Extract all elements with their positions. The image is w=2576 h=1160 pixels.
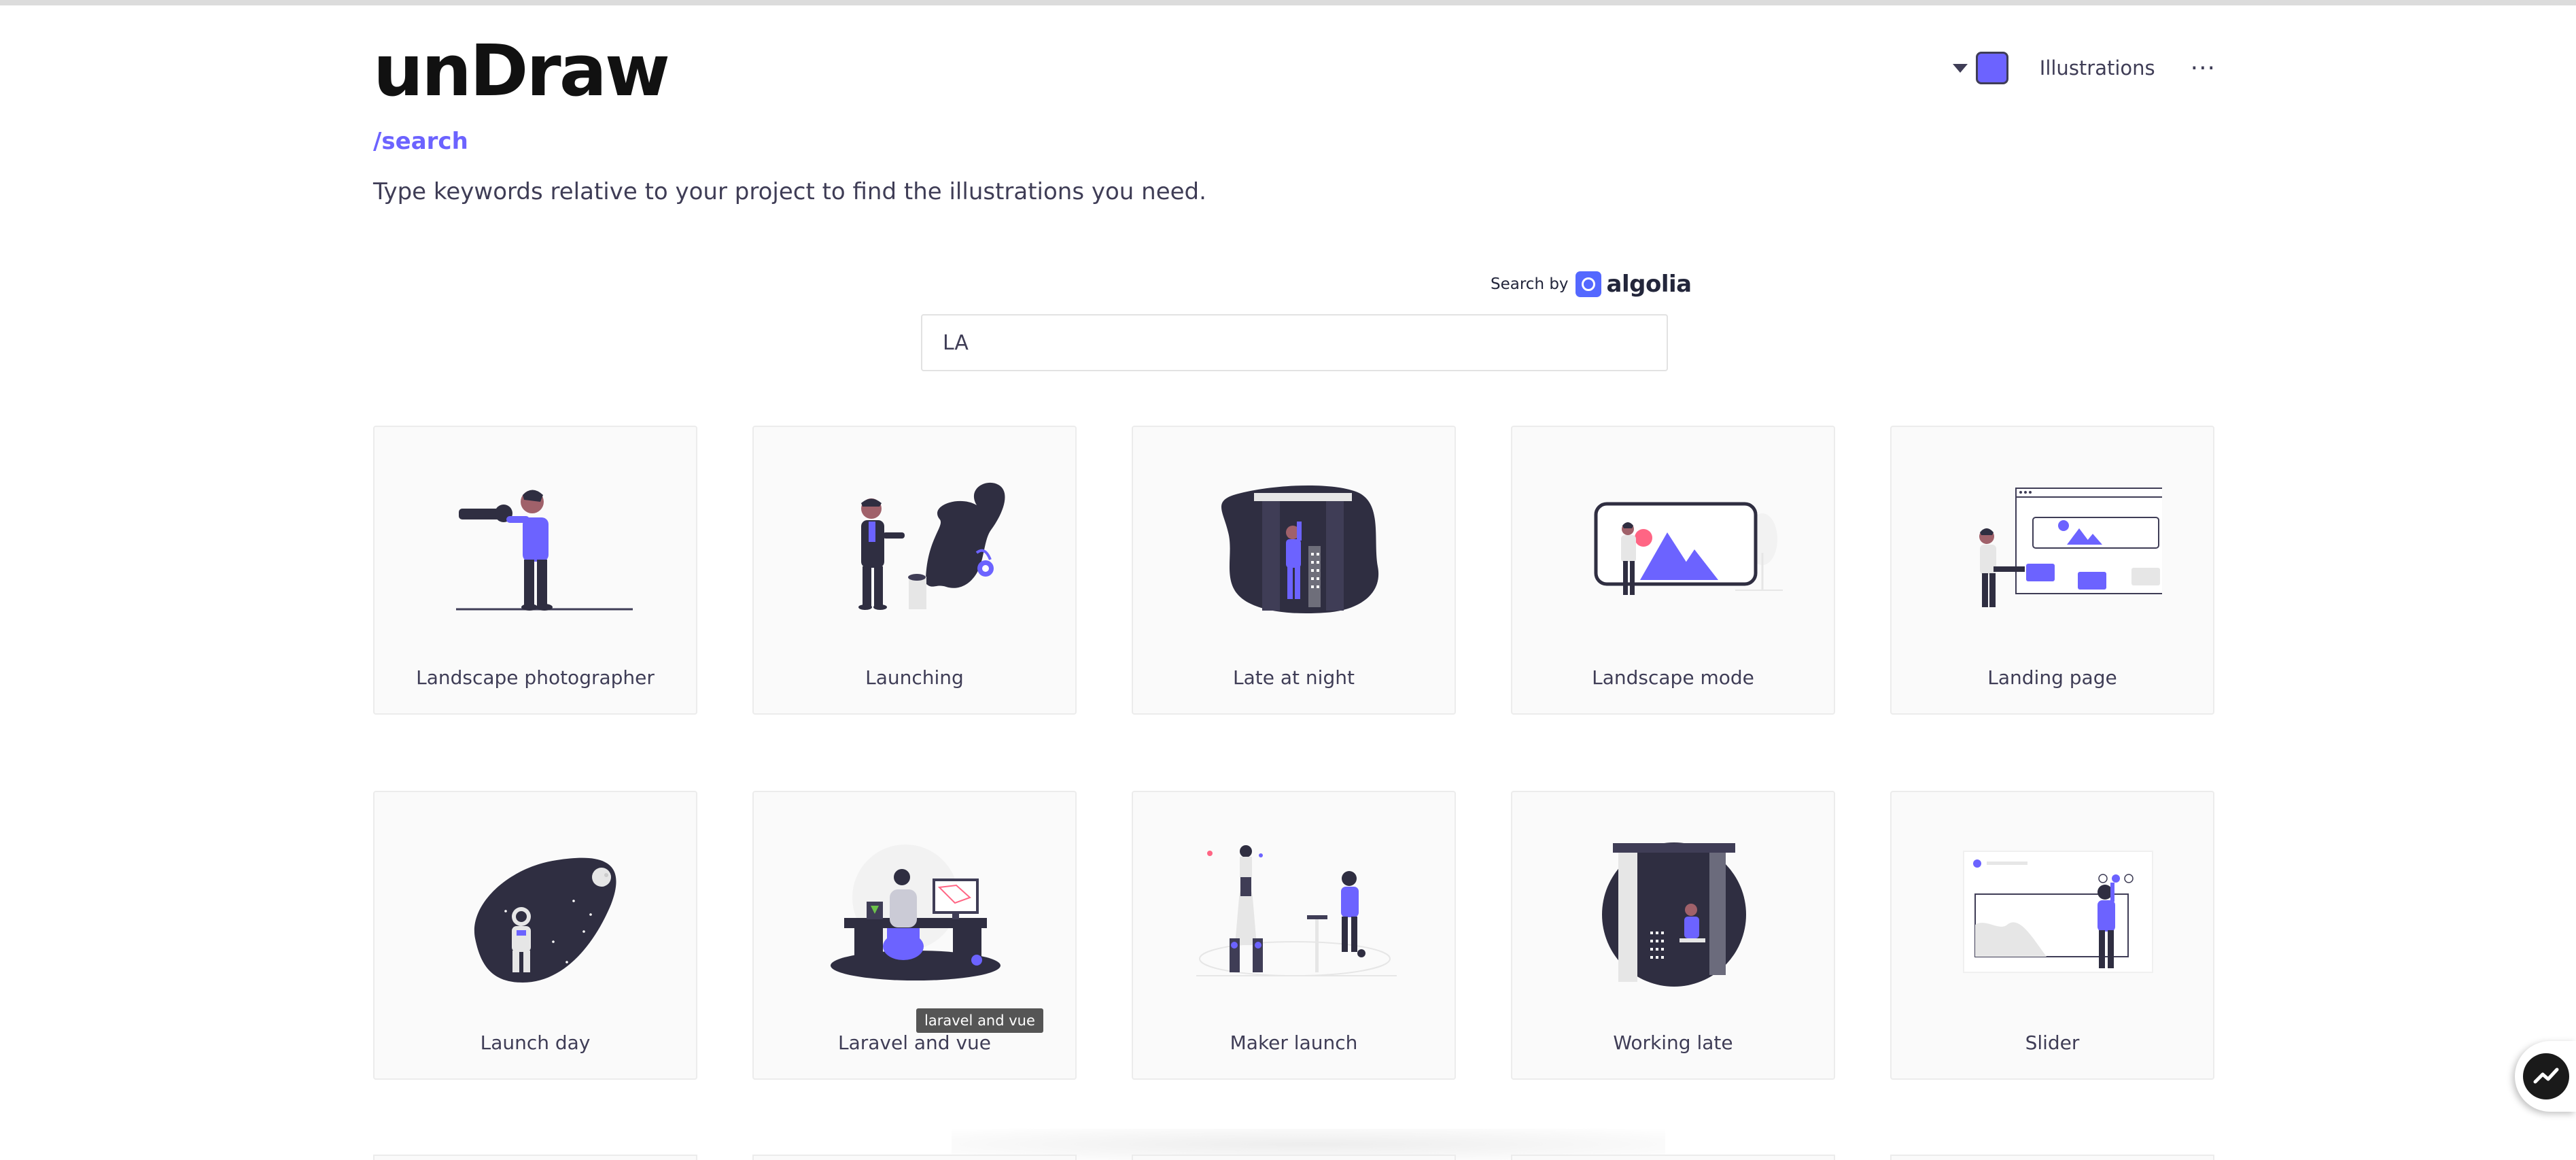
more-menu-icon[interactable]: ··· <box>2191 54 2216 82</box>
search-attribution[interactable]: Search by algolia <box>1491 271 1692 298</box>
result-card-landscape-mode[interactable]: Landscape mode <box>1511 426 1835 715</box>
nav-illustrations-link[interactable]: Illustrations <box>2040 56 2155 80</box>
maker-launch-illustration <box>1196 845 1397 976</box>
result-title: Launching <box>865 666 964 689</box>
result-title: Landscape photographer <box>416 666 655 689</box>
late-at-night-illustration <box>1221 485 1379 614</box>
algolia-brand-label: algolia <box>1606 271 1692 298</box>
page-route: /search <box>373 128 468 155</box>
result-card-partial[interactable] <box>1890 1155 2214 1160</box>
result-title: Slider <box>2025 1031 2080 1054</box>
result-title: Working late <box>1613 1031 1733 1054</box>
result-card-launching[interactable]: Launching <box>752 426 1077 715</box>
landing-page-illustration <box>1979 488 2162 607</box>
page-description: Type keywords relative to your project t… <box>373 178 1206 205</box>
search-input[interactable] <box>921 314 1668 371</box>
result-title: Laravel and vue <box>837 1031 992 1054</box>
landscape-mode-illustration <box>1594 502 1783 595</box>
result-card-working-late[interactable]: Working late <box>1511 791 1835 1080</box>
result-title: Launch day <box>480 1031 591 1054</box>
result-card-slider[interactable]: Slider <box>1890 791 2214 1080</box>
result-card-launch-day[interactable]: Launch day <box>373 791 697 1080</box>
working-late-illustration <box>1602 842 1746 987</box>
result-card-landscape-photographer[interactable]: Landscape photographer <box>373 426 697 715</box>
landscape-photographer-illustration <box>456 490 633 611</box>
launch-day-illustration <box>474 857 616 983</box>
messenger-icon <box>2523 1053 2569 1099</box>
result-title: Landing page <box>1987 666 2117 689</box>
algolia-logo-icon <box>1575 271 1601 297</box>
result-title: Landscape mode <box>1592 666 1754 689</box>
result-card-partial[interactable] <box>752 1155 1077 1160</box>
hover-tooltip: laravel and vue <box>916 1008 1043 1033</box>
color-picker-swatch[interactable] <box>1975 52 2008 84</box>
search-by-label: Search by <box>1491 275 1569 293</box>
chat-widget-button[interactable] <box>2515 1041 2576 1112</box>
laravel-and-vue-illustration <box>831 845 1000 980</box>
result-card-partial[interactable] <box>1132 1155 1456 1160</box>
result-title: Late at night <box>1233 666 1355 689</box>
result-title: Maker launch <box>1230 1031 1358 1054</box>
launching-illustration <box>858 482 1005 610</box>
result-card-maker-launch[interactable]: Maker launch <box>1132 791 1456 1080</box>
top-border <box>0 0 2576 5</box>
result-card-partial[interactable] <box>1511 1155 1835 1160</box>
header-actions: Illustrations ··· <box>1952 52 2216 84</box>
result-card-laravel-and-vue[interactable]: Laravel and vue <box>752 791 1077 1080</box>
result-card-landing-page[interactable]: Landing page <box>1890 426 2214 715</box>
slider-illustration <box>1963 851 2153 973</box>
result-card-partial[interactable] <box>373 1155 697 1160</box>
chevron-down-icon[interactable] <box>1952 63 1968 73</box>
result-card-late-at-night[interactable]: Late at night <box>1132 426 1456 715</box>
logo[interactable]: unDraw <box>373 35 670 106</box>
